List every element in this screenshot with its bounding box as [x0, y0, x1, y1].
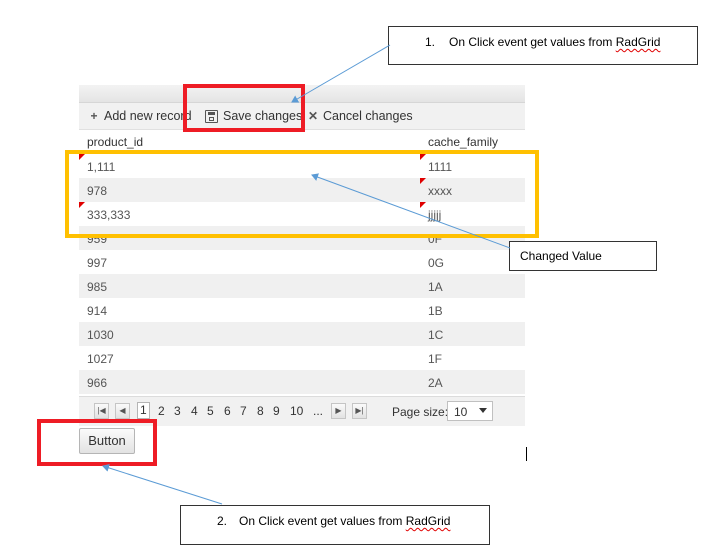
annotation-arrows — [102, 44, 511, 505]
arrow-changed-value — [311, 173, 511, 249]
arrow-note-1 — [291, 44, 391, 103]
arrow-note-2 — [102, 464, 223, 505]
